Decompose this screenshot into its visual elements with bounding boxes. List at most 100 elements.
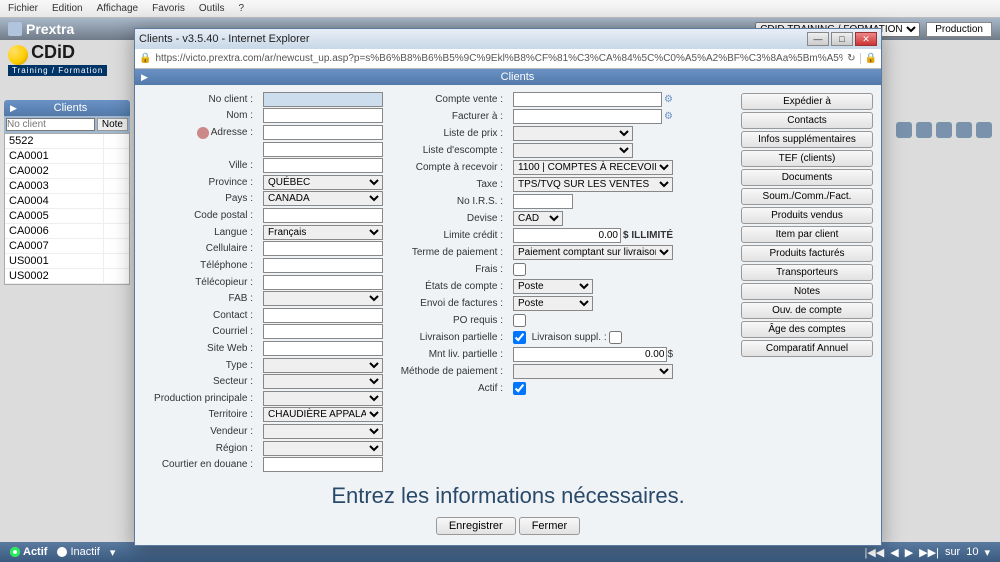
limite-credit-suffix: $ ILLIMITÉ <box>623 230 673 241</box>
telecopieur-field[interactable] <box>263 275 383 290</box>
menu-favoris[interactable]: Favoris <box>152 3 185 14</box>
territoire-select[interactable]: CHAUDIÈRE APPALACHES <box>263 407 383 422</box>
toolbar-icon[interactable] <box>936 122 952 138</box>
secteur-select[interactable] <box>263 374 383 389</box>
actif-checkbox[interactable] <box>513 382 526 395</box>
ie-title-bar[interactable]: Clients - v3.5.40 - Internet Explorer — … <box>135 29 881 49</box>
comparatif-annuel-button[interactable]: Comparatif Annuel <box>741 340 873 357</box>
toolbar-icon[interactable] <box>896 122 912 138</box>
label-limite-credit: Limite crédit : <box>393 227 503 244</box>
ie-address-bar[interactable]: 🔒 https://victo.prextra.com/ar/newcust_u… <box>135 49 881 69</box>
save-button[interactable]: Enregistrer <box>436 517 516 535</box>
nom-field[interactable] <box>263 108 383 123</box>
nav-next-icon[interactable]: ▶ <box>905 546 913 559</box>
tef-clients-button[interactable]: TEF (clients) <box>741 150 873 167</box>
limite-credit-field[interactable] <box>513 228 621 243</box>
pays-select[interactable]: CANADA <box>263 191 383 206</box>
nav-down-icon[interactable]: ▾ <box>984 546 990 559</box>
code-postal-field[interactable] <box>263 208 383 223</box>
type-select[interactable] <box>263 358 383 373</box>
contact-field[interactable] <box>263 308 383 323</box>
menu-edition[interactable]: Edition <box>52 3 83 14</box>
courriel-field[interactable] <box>263 324 383 339</box>
address-icon <box>197 127 209 139</box>
notes-button[interactable]: Notes <box>741 283 873 300</box>
documents-button[interactable]: Documents <box>741 169 873 186</box>
soum-comm-fact-button[interactable]: Soum./Comm./Fact. <box>741 188 873 205</box>
province-select[interactable]: QUÉBEC <box>263 175 383 190</box>
liste-escompte-select[interactable] <box>513 143 633 158</box>
produits-vendus-button[interactable]: Produits vendus <box>741 207 873 224</box>
menu-help[interactable]: ? <box>238 3 244 14</box>
devise-select[interactable]: CAD <box>513 211 563 226</box>
contacts-button[interactable]: Contacts <box>741 112 873 129</box>
mnt-liv-partielle-field[interactable] <box>513 347 667 362</box>
livraison-suppl-checkbox[interactable] <box>609 331 622 344</box>
cancel-button[interactable]: Fermer <box>519 517 580 535</box>
livraison-partielle-checkbox[interactable] <box>513 331 526 344</box>
page-total: 10 <box>966 546 978 558</box>
region-select[interactable] <box>263 441 383 456</box>
compte-recevoir-select[interactable]: 1100 | COMPTES À RECEVOIR <box>513 160 673 175</box>
terme-paiement-select[interactable]: Paiement comptant sur livraison <box>513 245 673 260</box>
envoi-factures-select[interactable]: Poste <box>513 296 593 311</box>
client-search-input[interactable] <box>6 118 95 131</box>
nav-prev-icon[interactable]: ◀ <box>890 546 898 559</box>
production-button[interactable]: Production <box>926 22 992 37</box>
no-irs-field[interactable] <box>513 194 573 209</box>
methode-paiement-select[interactable] <box>513 364 673 379</box>
modal-header: ▶ Clients <box>135 69 881 85</box>
close-button[interactable]: ✕ <box>855 32 877 46</box>
telephone-field[interactable] <box>263 258 383 273</box>
gear-icon[interactable]: ⚙ <box>664 111 673 122</box>
infos-suppl-button[interactable]: Infos supplémentaires <box>741 131 873 148</box>
label-devise: Devise : <box>393 210 503 227</box>
facturer-a-field[interactable] <box>513 109 662 124</box>
minimize-button[interactable]: — <box>807 32 829 46</box>
adresse-field-2[interactable] <box>263 142 383 157</box>
label-adresse: Adresse : <box>143 124 253 141</box>
item-par-client-button[interactable]: Item par client <box>741 226 873 243</box>
clients-list[interactable]: 5522 CA0001 CA0002 CA0003 CA0004 CA0005 … <box>4 133 130 285</box>
site-web-field[interactable] <box>263 341 383 356</box>
filter-icon[interactable]: ▾ <box>110 546 116 559</box>
produits-factures-button[interactable]: Produits facturés <box>741 245 873 262</box>
liste-prix-select[interactable] <box>513 126 633 141</box>
menu-outils[interactable]: Outils <box>199 3 225 14</box>
radio-actif[interactable] <box>10 547 20 557</box>
nav-last-icon[interactable]: ▶▶| <box>919 546 939 559</box>
ie-window-title: Clients - v3.5.40 - Internet Explorer <box>139 33 310 45</box>
expedier-a-button[interactable]: Expédier à <box>741 93 873 110</box>
cellulaire-field[interactable] <box>263 241 383 256</box>
prod-princ-select[interactable] <box>263 391 383 406</box>
no-client-field[interactable] <box>263 92 383 107</box>
etats-compte-select[interactable]: Poste <box>513 279 593 294</box>
compte-vente-field[interactable] <box>513 92 662 107</box>
maximize-button[interactable]: □ <box>831 32 853 46</box>
label-po-requis: PO requis : <box>393 312 503 329</box>
taxe-select[interactable]: TPS/TVQ SUR LES VENTES <box>513 177 673 192</box>
ouv-compte-button[interactable]: Ouv. de compte <box>741 302 873 319</box>
vendeur-select[interactable] <box>263 424 383 439</box>
toolbar-icon[interactable] <box>916 122 932 138</box>
transporteurs-button[interactable]: Transporteurs <box>741 264 873 281</box>
expand-icon[interactable]: ▶ <box>135 72 154 83</box>
adresse-field-1[interactable] <box>263 125 383 140</box>
fab-select[interactable] <box>263 291 383 306</box>
toolbar-icon[interactable] <box>956 122 972 138</box>
langue-select[interactable]: Français <box>263 225 383 240</box>
nav-first-icon[interactable]: |◀◀ <box>864 546 884 559</box>
frais-checkbox[interactable] <box>513 263 526 276</box>
toolbar-icon[interactable] <box>976 122 992 138</box>
po-requis-checkbox[interactable] <box>513 314 526 327</box>
radio-inactif[interactable] <box>57 547 67 557</box>
age-comptes-button[interactable]: Âge des comptes <box>741 321 873 338</box>
gear-icon[interactable]: ⚙ <box>664 94 673 105</box>
menu-fichier[interactable]: Fichier <box>8 3 38 14</box>
ville-field[interactable] <box>263 158 383 173</box>
menu-affichage[interactable]: Affichage <box>97 3 139 14</box>
label-taxe: Taxe : <box>393 176 503 193</box>
courtier-field[interactable] <box>263 457 383 472</box>
refresh-icon[interactable]: ↻ <box>847 53 855 64</box>
expand-icon[interactable]: ▶ <box>10 103 17 114</box>
